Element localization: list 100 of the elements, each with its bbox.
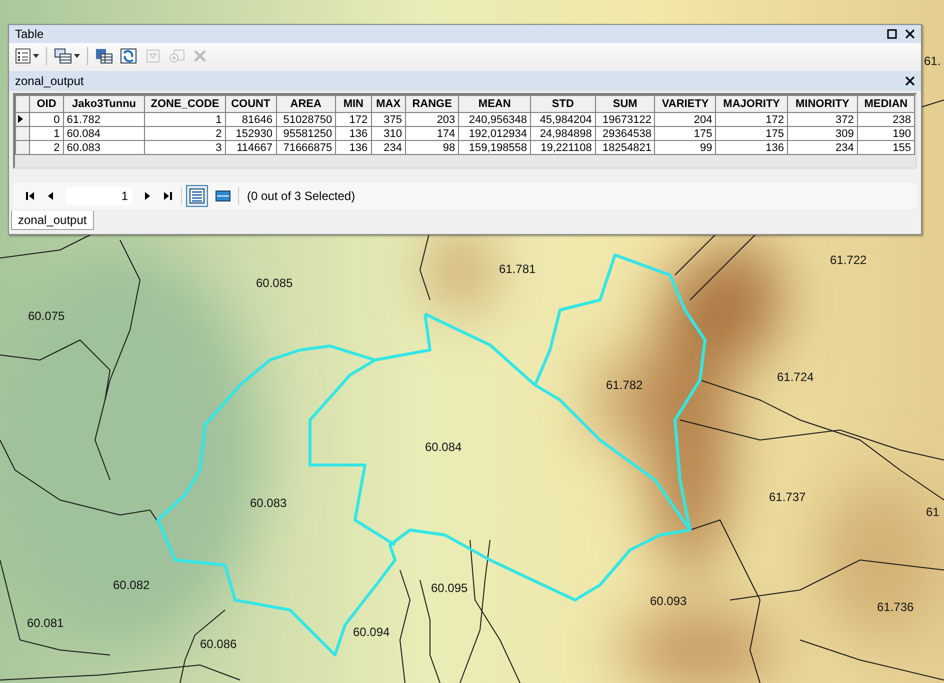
column-header[interactable]: MAX: [371, 96, 406, 112]
table-cell: 192,012934: [458, 126, 531, 140]
table-name: zonal_output: [15, 74, 85, 88]
column-header[interactable]: OID: [30, 96, 64, 112]
first-icon: [26, 192, 34, 200]
map-label: 61.736: [877, 600, 914, 614]
column-header[interactable]: COUNT: [225, 96, 276, 112]
column-header[interactable]: ZONE_CODE: [144, 96, 226, 112]
map-label: 60.082: [113, 578, 150, 592]
table-cell: 95581250: [276, 126, 336, 140]
table-cell: 98: [406, 140, 459, 154]
selection-status: (0 out of 3 Selected): [247, 189, 356, 203]
map-label: 61.724: [777, 370, 814, 384]
view-toggle-button[interactable]: [186, 185, 208, 207]
table-cell: 1: [30, 126, 64, 140]
table-cell: 1: [144, 112, 226, 126]
zoom-table-icon: [168, 48, 186, 64]
table-cell: 174: [406, 126, 459, 140]
row-header[interactable]: [16, 112, 30, 126]
column-header[interactable]: MEDIAN: [857, 96, 914, 112]
table-cell: 136: [336, 140, 372, 154]
table-tab[interactable]: zonal_output: [11, 211, 94, 230]
selected-records-icon: [215, 190, 231, 202]
window-title: Table: [15, 27, 45, 41]
toolbar-button[interactable]: [93, 47, 115, 65]
table-cell: 2: [30, 140, 64, 154]
switch-arrows-icon: [120, 48, 138, 64]
table-cell: 71666875: [276, 140, 336, 154]
table-select-icon: [95, 48, 113, 64]
list-icon: [15, 48, 31, 64]
corner-cell: [16, 96, 30, 112]
table-cell: 190: [857, 126, 914, 140]
table-cell: 29364538: [595, 126, 655, 140]
table-cell: 136: [716, 140, 788, 154]
map-label: 61: [926, 505, 940, 519]
toolbar-button[interactable]: [52, 47, 82, 65]
map-label: 61.: [924, 54, 941, 68]
table-cell: 172: [716, 112, 788, 126]
map-label: 60.086: [200, 637, 237, 651]
maximize-button[interactable]: [885, 28, 899, 40]
toolbar-button[interactable]: [13, 47, 41, 65]
map-label: 60.093: [650, 594, 687, 608]
table-cell: 375: [371, 112, 406, 126]
caret-icon: [74, 54, 80, 58]
column-header[interactable]: SUM: [595, 96, 655, 112]
table-cell: 61.782: [63, 112, 145, 126]
close-icon: [905, 76, 915, 86]
next-icon: [145, 192, 150, 200]
table-cell: 203: [406, 112, 459, 126]
map-label: 60.081: [27, 616, 64, 630]
table-cell: 2: [144, 126, 226, 140]
table-cell: 159,198558: [458, 140, 531, 154]
table-cell: 19673122: [595, 112, 655, 126]
last-icon: [164, 192, 172, 200]
map-label: 61.781: [499, 262, 536, 276]
table-cell: 60.084: [63, 126, 145, 140]
table-cell: 204: [654, 112, 716, 126]
map-label: 61.722: [830, 253, 867, 267]
column-header[interactable]: RANGE: [406, 96, 459, 112]
table-cell: 45,984204: [530, 112, 596, 126]
table-cell: 99: [654, 140, 716, 154]
map-label: 60.083: [250, 496, 287, 510]
table-cell: 51028750: [276, 112, 336, 126]
map-label: 60.094: [353, 625, 390, 639]
close-button[interactable]: [903, 75, 917, 87]
table-cell: 238: [857, 112, 914, 126]
map-label: 60.084: [425, 440, 462, 454]
table-cell: 81646: [225, 112, 276, 126]
delete-icon: [193, 49, 207, 63]
map-label: 60.095: [431, 581, 468, 595]
column-header[interactable]: Jako3Tunnu: [63, 96, 145, 112]
previous-icon: [48, 192, 53, 200]
column-header[interactable]: MEAN: [458, 96, 531, 112]
table-cell: 240,956348: [458, 112, 531, 126]
column-header[interactable]: MAJORITY: [716, 96, 788, 112]
table-cell: 3: [144, 140, 226, 154]
table-cell: 0: [30, 112, 64, 126]
column-header[interactable]: STD: [530, 96, 596, 112]
column-header[interactable]: MINORITY: [788, 96, 858, 112]
table-cell: 136: [336, 126, 372, 140]
table-cell: 310: [371, 126, 406, 140]
column-header[interactable]: MIN: [336, 96, 372, 112]
stacked-tables-icon: [54, 48, 72, 64]
map-label: 60.075: [28, 309, 65, 323]
table-cell: 234: [788, 140, 858, 154]
record-field[interactable]: 1: [66, 187, 132, 205]
map-label: 61.737: [769, 490, 806, 504]
close-button[interactable]: [903, 28, 917, 40]
table-cell: 18254821: [595, 140, 655, 154]
table-cell: 60.083: [63, 140, 145, 154]
table-cell: 175: [654, 126, 716, 140]
table-cell: 114667: [225, 140, 276, 154]
column-header[interactable]: VARIETY: [654, 96, 716, 112]
table-cell: 152930: [225, 126, 276, 140]
all-records-icon: [189, 188, 205, 204]
table-cell: 234: [371, 140, 406, 154]
column-header[interactable]: AREA: [276, 96, 336, 112]
caret-icon: [33, 54, 39, 58]
table-cell: 155: [857, 140, 914, 154]
close-icon: [905, 29, 915, 39]
